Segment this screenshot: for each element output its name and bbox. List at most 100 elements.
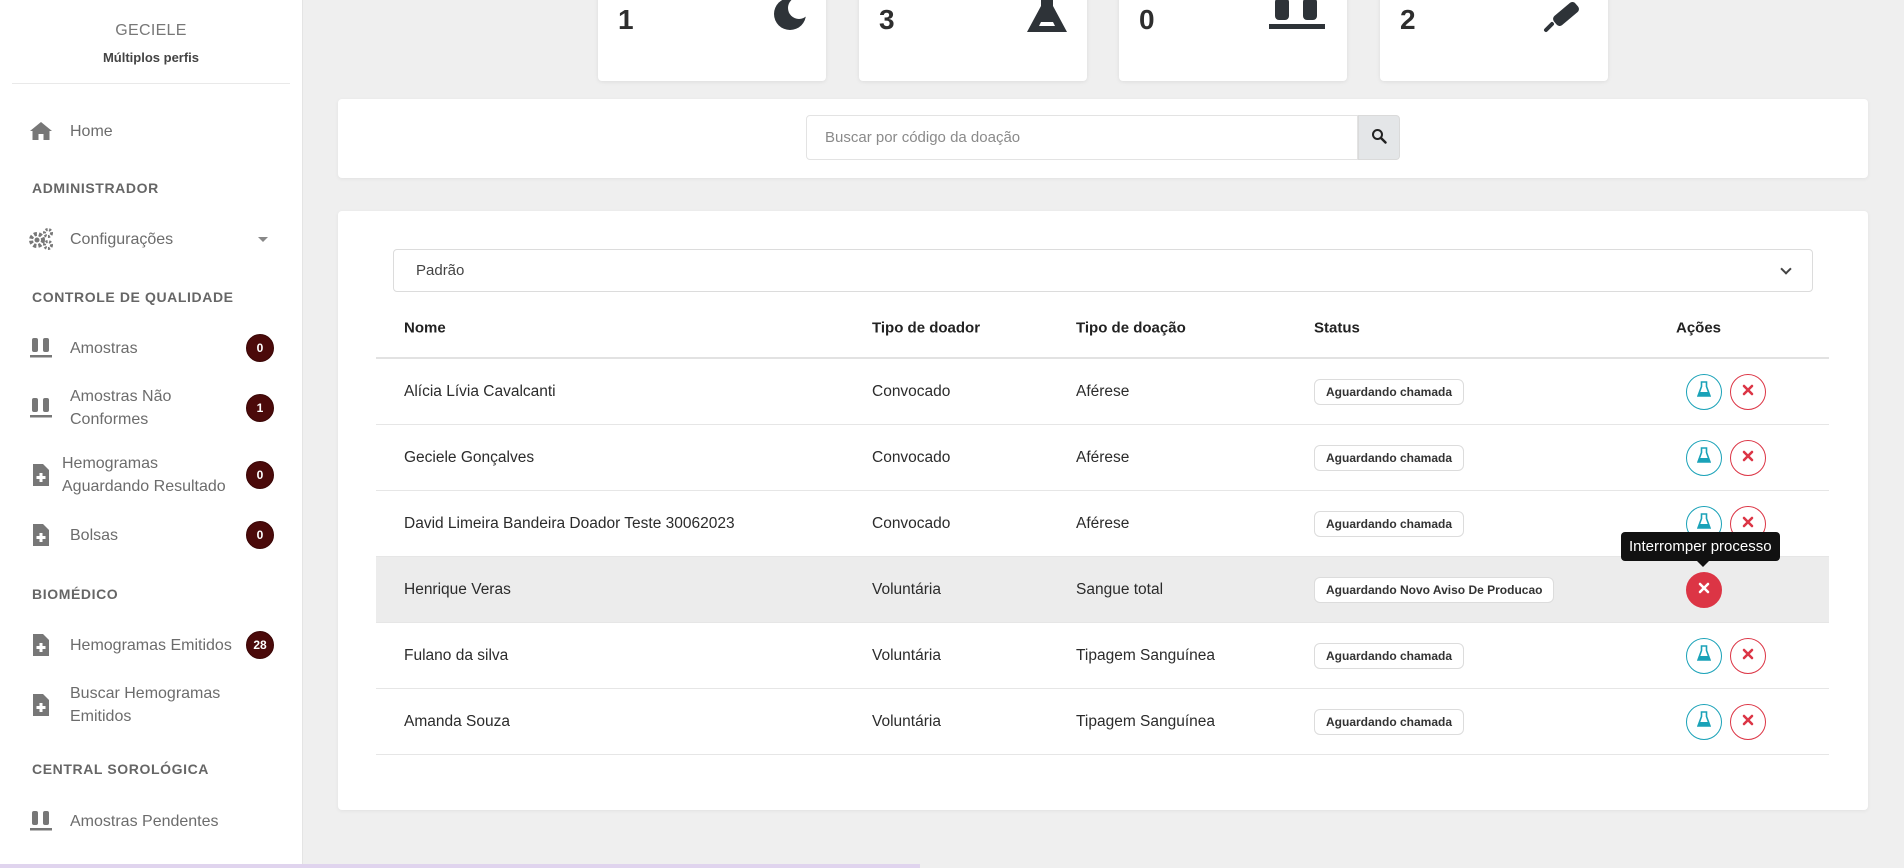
sidebar-item-label: Hemogramas Emitidos bbox=[70, 636, 232, 654]
sidebar-item-amostras[interactable]: Amostras 0 bbox=[28, 334, 274, 362]
bottom-scroll-indicator bbox=[0, 864, 920, 868]
cell-tipo-doador: Voluntária bbox=[872, 712, 941, 730]
flask-icon bbox=[1696, 711, 1712, 732]
filter-select[interactable]: Padrão bbox=[393, 249, 1813, 292]
sidebar-item-home[interactable]: Home bbox=[28, 118, 274, 144]
search-icon bbox=[1371, 128, 1387, 147]
sidebar-item-amostras-nao-conformes[interactable]: Amostras Não Conformes 1 bbox=[28, 385, 274, 431]
test-tubes-icon bbox=[28, 335, 54, 361]
flask-icon bbox=[1696, 513, 1712, 534]
status-badge: Aguardando chamada bbox=[1314, 444, 1465, 471]
cell-tipo-doacao: Aférese bbox=[1076, 448, 1130, 466]
count-badge: 0 bbox=[246, 334, 274, 362]
table-row: David Limeira Bandeira Doador Teste 3006… bbox=[376, 491, 1829, 557]
sidebar-item-label: Amostras Pendentes bbox=[70, 812, 219, 830]
cell-nome: Henrique Veras bbox=[404, 580, 511, 598]
user-panel: GECIELE Múltiplos perfis bbox=[12, 0, 290, 84]
status-badge: Aguardando Novo Aviso De Producao bbox=[1314, 576, 1555, 603]
col-tipo-doacao: Tipo de doação bbox=[1076, 319, 1186, 337]
cell-tipo-doacao: Aférese bbox=[1076, 382, 1130, 400]
sidebar-item-label: Bolsas bbox=[70, 526, 119, 544]
stop-process-button[interactable] bbox=[1730, 703, 1766, 740]
stop-process-button[interactable] bbox=[1730, 439, 1766, 476]
section-biomedico: BIOMÉDICO bbox=[32, 586, 119, 602]
col-acoes: Ações bbox=[1676, 319, 1722, 337]
stat-card: 0 bbox=[1119, 0, 1347, 81]
start-test-button[interactable] bbox=[1686, 439, 1722, 476]
table-row: Henrique Veras Voluntária Sangue total A… bbox=[376, 557, 1829, 623]
close-icon bbox=[1698, 581, 1710, 599]
close-icon bbox=[1742, 713, 1754, 731]
cell-tipo-doacao: Sangue total bbox=[1076, 580, 1164, 598]
close-icon bbox=[1742, 449, 1754, 467]
table-row: Alícia Lívia Cavalcanti Convocado Aféres… bbox=[376, 359, 1829, 425]
syringe-icon bbox=[1542, 0, 1590, 39]
file-medical-icon bbox=[28, 632, 54, 658]
tooltip: Interromper processo bbox=[1621, 532, 1780, 567]
count-badge: 28 bbox=[246, 631, 274, 659]
status-badge: Aguardando chamada bbox=[1314, 378, 1465, 405]
close-icon bbox=[1742, 383, 1754, 401]
sidebar-item-bolsas[interactable]: Bolsas 0 bbox=[28, 521, 274, 549]
filter-selected-value: Padrão bbox=[416, 262, 465, 279]
stop-process-button[interactable] bbox=[1730, 373, 1766, 410]
test-tubes-icon bbox=[28, 395, 54, 421]
stop-process-button[interactable] bbox=[1730, 637, 1766, 674]
start-test-button[interactable] bbox=[1686, 373, 1722, 410]
section-sorologica: CENTRAL SOROLÓGICA bbox=[32, 761, 209, 777]
close-icon bbox=[1742, 515, 1754, 533]
flask-icon bbox=[1696, 447, 1712, 468]
cell-tipo-doador: Convocado bbox=[872, 382, 951, 400]
stat-card: 3 bbox=[859, 0, 1087, 81]
sidebar-item-hemogramas-emitidos[interactable]: Hemogramas Emitidos 28 bbox=[28, 631, 274, 659]
status-badge: Aguardando chamada bbox=[1314, 642, 1465, 669]
stat-card: 2 bbox=[1380, 0, 1608, 81]
start-test-button[interactable] bbox=[1686, 637, 1722, 674]
count-badge: 0 bbox=[246, 521, 274, 549]
count-badge: 1 bbox=[246, 394, 274, 422]
moon-icon bbox=[772, 0, 810, 37]
close-icon bbox=[1742, 647, 1754, 665]
start-test-button[interactable] bbox=[1686, 703, 1722, 740]
cell-tipo-doador: Convocado bbox=[872, 514, 951, 532]
sidebar-item-configuracoes[interactable]: Configurações bbox=[28, 226, 274, 252]
cell-nome: Geciele Gonçalves bbox=[404, 448, 535, 466]
cell-tipo-doacao: Tipagem Sanguínea bbox=[1076, 646, 1216, 664]
count-badge: 0 bbox=[246, 461, 274, 489]
sidebar-item-label: Home bbox=[70, 122, 113, 140]
sidebar-item-buscar-hemogramas[interactable]: Buscar Hemogramas Emitidos bbox=[28, 682, 274, 728]
chevron-down-icon bbox=[1780, 262, 1792, 275]
cell-tipo-doador: Voluntária bbox=[872, 580, 941, 598]
search-button[interactable] bbox=[1358, 115, 1400, 160]
table-header: Nome Tipo de doador Tipo de doação Statu… bbox=[376, 299, 1829, 359]
search-input[interactable] bbox=[806, 115, 1358, 160]
stat-value: 3 bbox=[879, 4, 895, 35]
search-panel bbox=[338, 99, 1868, 178]
sidebar: GECIELE Múltiplos perfis Home ADMINISTRA… bbox=[0, 0, 303, 868]
donations-panel: Padrão Nome Tipo de doador Tipo de doaçã… bbox=[338, 211, 1868, 810]
cell-tipo-doacao: Aférese bbox=[1076, 514, 1130, 532]
table-row: Amanda Souza Voluntária Tipagem Sanguíne… bbox=[376, 689, 1829, 755]
test-tubes-icon bbox=[28, 808, 54, 834]
flask-icon bbox=[1696, 645, 1712, 666]
cell-tipo-doador: Voluntária bbox=[872, 646, 941, 664]
flask-icon bbox=[1696, 381, 1712, 402]
sidebar-item-hemogramas-aguardando[interactable]: Hemogramas Aguardando Resultado 0 bbox=[28, 452, 274, 498]
stat-value: 2 bbox=[1400, 4, 1416, 35]
sidebar-item-label: Amostras Não Conformes bbox=[70, 388, 172, 428]
gears-icon bbox=[28, 226, 54, 252]
cell-nome: David Limeira Bandeira Doador Teste 3006… bbox=[404, 514, 735, 532]
cell-tipo-doacao: Tipagem Sanguínea bbox=[1076, 712, 1216, 730]
sidebar-item-amostras-pendentes[interactable]: Amostras Pendentes bbox=[28, 808, 274, 834]
col-status: Status bbox=[1314, 319, 1360, 337]
status-badge: Aguardando chamada bbox=[1314, 708, 1465, 735]
table-row: Fulano da silva Voluntária Tipagem Sangu… bbox=[376, 623, 1829, 689]
test-tubes-icon bbox=[1265, 0, 1329, 37]
stat-value: 0 bbox=[1139, 4, 1155, 35]
flask-icon bbox=[1025, 0, 1069, 39]
home-icon bbox=[28, 118, 54, 144]
file-medical-icon bbox=[28, 692, 54, 718]
section-quality: CONTROLE DE QUALIDADE bbox=[32, 289, 234, 305]
stop-process-button[interactable] bbox=[1686, 571, 1722, 608]
status-badge: Aguardando chamada bbox=[1314, 510, 1465, 537]
